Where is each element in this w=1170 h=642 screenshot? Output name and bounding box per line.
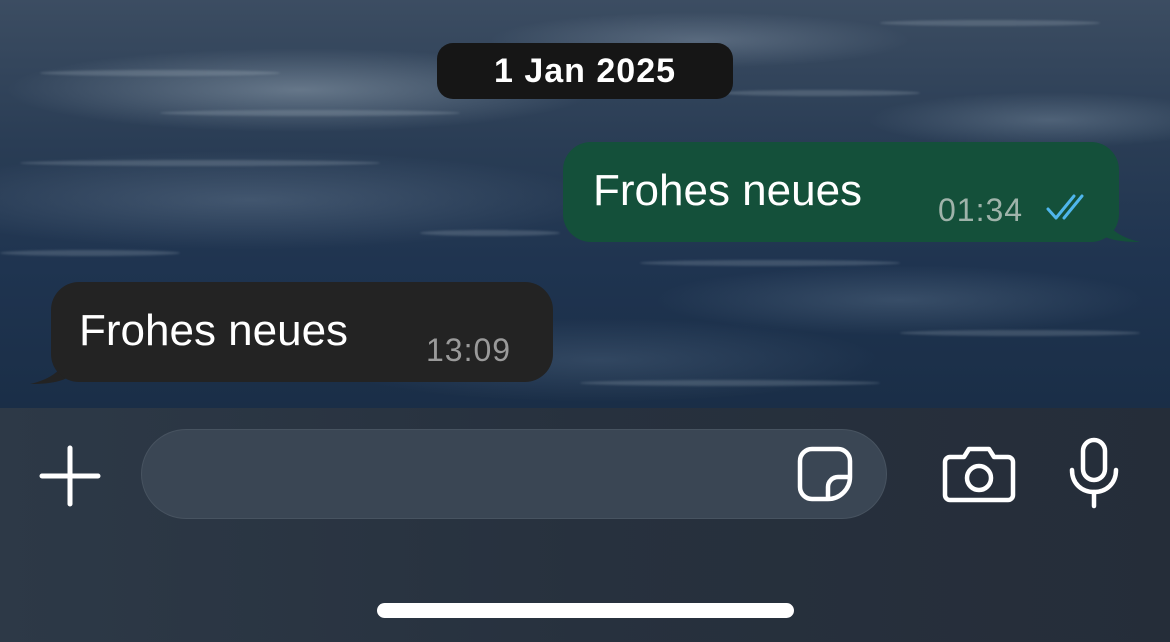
date-separator: 1 Jan 2025 [437,43,733,99]
microphone-icon[interactable] [1064,436,1124,510]
message-text: Frohes neues [593,166,863,215]
message-time: 13:09 [426,332,512,368]
read-receipt-icon [1046,194,1084,220]
outgoing-message[interactable]: Frohes neues 01:34 [563,142,1119,242]
plus-icon[interactable] [36,442,104,510]
message-time: 01:34 [938,192,1024,228]
message-input[interactable] [141,429,887,519]
home-indicator[interactable] [377,603,794,618]
sticker-icon[interactable] [794,443,856,505]
message-text: Frohes neues [79,306,349,355]
camera-icon[interactable] [942,443,1016,505]
incoming-message[interactable]: Frohes neues 13:09 [51,282,553,382]
